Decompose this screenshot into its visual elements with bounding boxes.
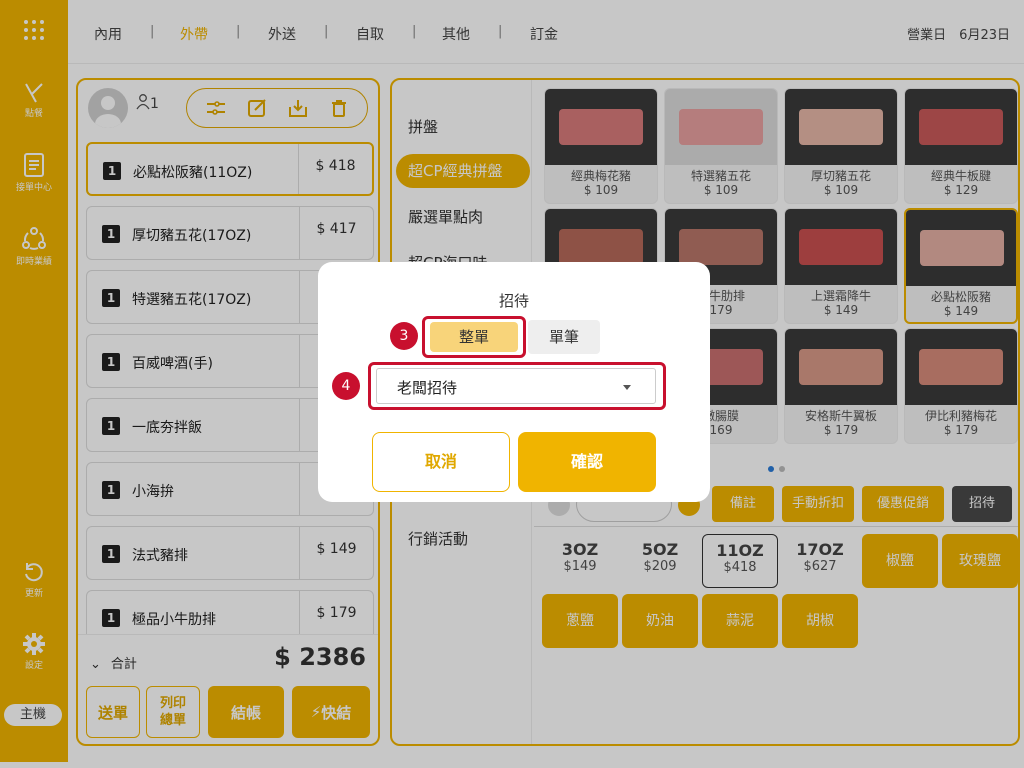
reason-select[interactable]: 老闆招待 xyxy=(376,368,656,404)
whole-order-toggle[interactable]: 整單 xyxy=(430,322,518,352)
step-badge-4: 4 xyxy=(332,372,360,400)
step-badge-3: 3 xyxy=(390,322,418,350)
complimentary-dialog: 招待 整單 單筆 3 老闆招待 4 取消 確認 xyxy=(318,262,710,502)
dropdown-caret-icon xyxy=(623,385,631,390)
pos-screen: 點餐 接單中心 即時業績 更新 設定 主機 內用 | 外帶 | 外送 | 自取 … xyxy=(0,0,1024,768)
confirm-button[interactable]: 確認 xyxy=(518,432,656,492)
reason-select-value: 老闆招待 xyxy=(397,379,458,397)
dialog-title: 招待 xyxy=(498,292,529,310)
single-item-toggle[interactable]: 單筆 xyxy=(528,320,600,354)
cancel-button[interactable]: 取消 xyxy=(372,432,510,492)
